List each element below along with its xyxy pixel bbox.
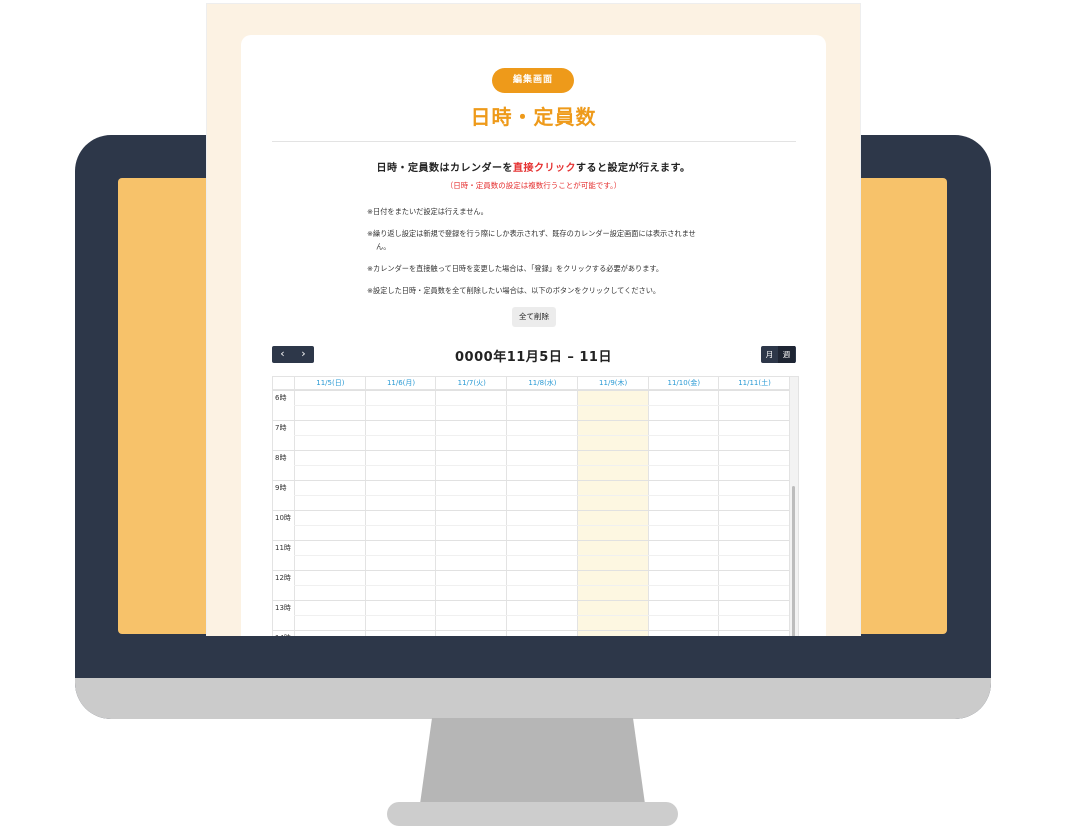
hour-gridline <box>273 540 789 541</box>
hour-gridline <box>273 420 789 421</box>
hour-gridline <box>273 390 789 391</box>
week-calendar-grid[interactable]: 11/5(日) 11/6(月) 11/7(火) 11/8(水) 11/9(木) 11/10… <box>272 376 799 636</box>
hour-gridline <box>273 510 789 511</box>
time-label: 11時 <box>275 544 291 552</box>
day-header: 11/7(火) <box>435 377 507 389</box>
hour-gridline <box>273 630 789 631</box>
monitor-stand-neck <box>420 718 645 804</box>
view-toggle: 月 週 <box>761 346 796 363</box>
notes-list: ※日付をまたいだ設定は行えません。 ※繰り返し設定は新規で登録を行う際にしか表示… <box>367 205 707 306</box>
note-item: ※繰り返し設定は新規で登録を行う際にしか表示されず、既存のカレンダー設定画面には… <box>367 229 696 251</box>
time-label: 10時 <box>275 514 291 522</box>
calendar-range-title: 0000年11月5日 – 11日 <box>455 350 612 365</box>
scrollbar-thumb[interactable] <box>792 486 795 636</box>
instruction-lead: 日時・定員数はカレンダーを直接クリックすると設定が行えます。 <box>241 159 826 174</box>
hour-gridline <box>273 600 789 601</box>
half-hour-gridline <box>294 525 789 526</box>
hour-gridline <box>273 570 789 571</box>
delete-all-button[interactable]: 全て削除 <box>512 307 556 327</box>
monitor-chin <box>75 678 991 719</box>
page-title: 日時・定員数 <box>470 105 597 129</box>
note-item: ※カレンダーを直接触って日時を変更した場合は、「登録」をクリックする必要がありま… <box>367 264 664 273</box>
time-label: 8時 <box>275 454 287 462</box>
note-item: ※設定した日時・定員数を全て削除したい場合は、以下のボタンをクリックしてください… <box>367 286 661 295</box>
time-label: 14時 <box>275 633 291 636</box>
half-hour-gridline <box>294 585 789 586</box>
lead-highlight: 直接クリック <box>513 163 576 174</box>
half-hour-gridline <box>294 435 789 436</box>
time-label: 12時 <box>275 574 291 582</box>
time-label: 9時 <box>275 484 287 492</box>
half-hour-gridline <box>294 405 789 406</box>
hour-gridline <box>273 480 789 481</box>
day-header: 11/5(日) <box>294 377 366 389</box>
monitor-stand-base <box>387 802 678 826</box>
day-header: 11/9(木) <box>576 377 649 389</box>
month-view-button[interactable]: 月 <box>761 346 778 363</box>
time-label: 13時 <box>275 604 291 612</box>
day-header-row: 11/5(日) 11/6(月) 11/7(火) 11/8(水) 11/9(木) 11/10… <box>273 377 797 390</box>
time-label: 6時 <box>275 394 287 402</box>
hour-gridline <box>273 450 789 451</box>
half-hour-gridline <box>294 615 789 616</box>
half-hour-gridline <box>294 555 789 556</box>
lead-suffix: すると設定が行えます。 <box>576 163 691 174</box>
week-view-button[interactable]: 週 <box>778 346 795 363</box>
edit-mode-badge: 編集画面 <box>492 68 574 93</box>
day-header: 11/10(金) <box>647 377 720 389</box>
divider <box>272 141 796 142</box>
day-header: 11/6(月) <box>364 377 437 389</box>
day-header: 11/8(水) <box>506 377 578 389</box>
instruction-sub-note: （日時・定員数の設定は複数行うことが可能です。） <box>445 181 622 190</box>
calendar-scrollbar[interactable] <box>789 377 798 636</box>
half-hour-gridline <box>294 465 789 466</box>
edit-card: 編集画面 日時・定員数 日時・定員数はカレンダーを直接クリックすると設定が行えま… <box>241 35 826 636</box>
half-hour-gridline <box>294 495 789 496</box>
time-label: 7時 <box>275 424 287 432</box>
browser-window: 編集画面 日時・定員数 日時・定員数はカレンダーを直接クリックすると設定が行えま… <box>206 3 861 636</box>
note-item: ※日付をまたいだ設定は行えません。 <box>367 207 488 216</box>
lead-prefix: 日時・定員数はカレンダーを <box>376 163 513 174</box>
day-header: 11/11(土) <box>718 377 790 389</box>
